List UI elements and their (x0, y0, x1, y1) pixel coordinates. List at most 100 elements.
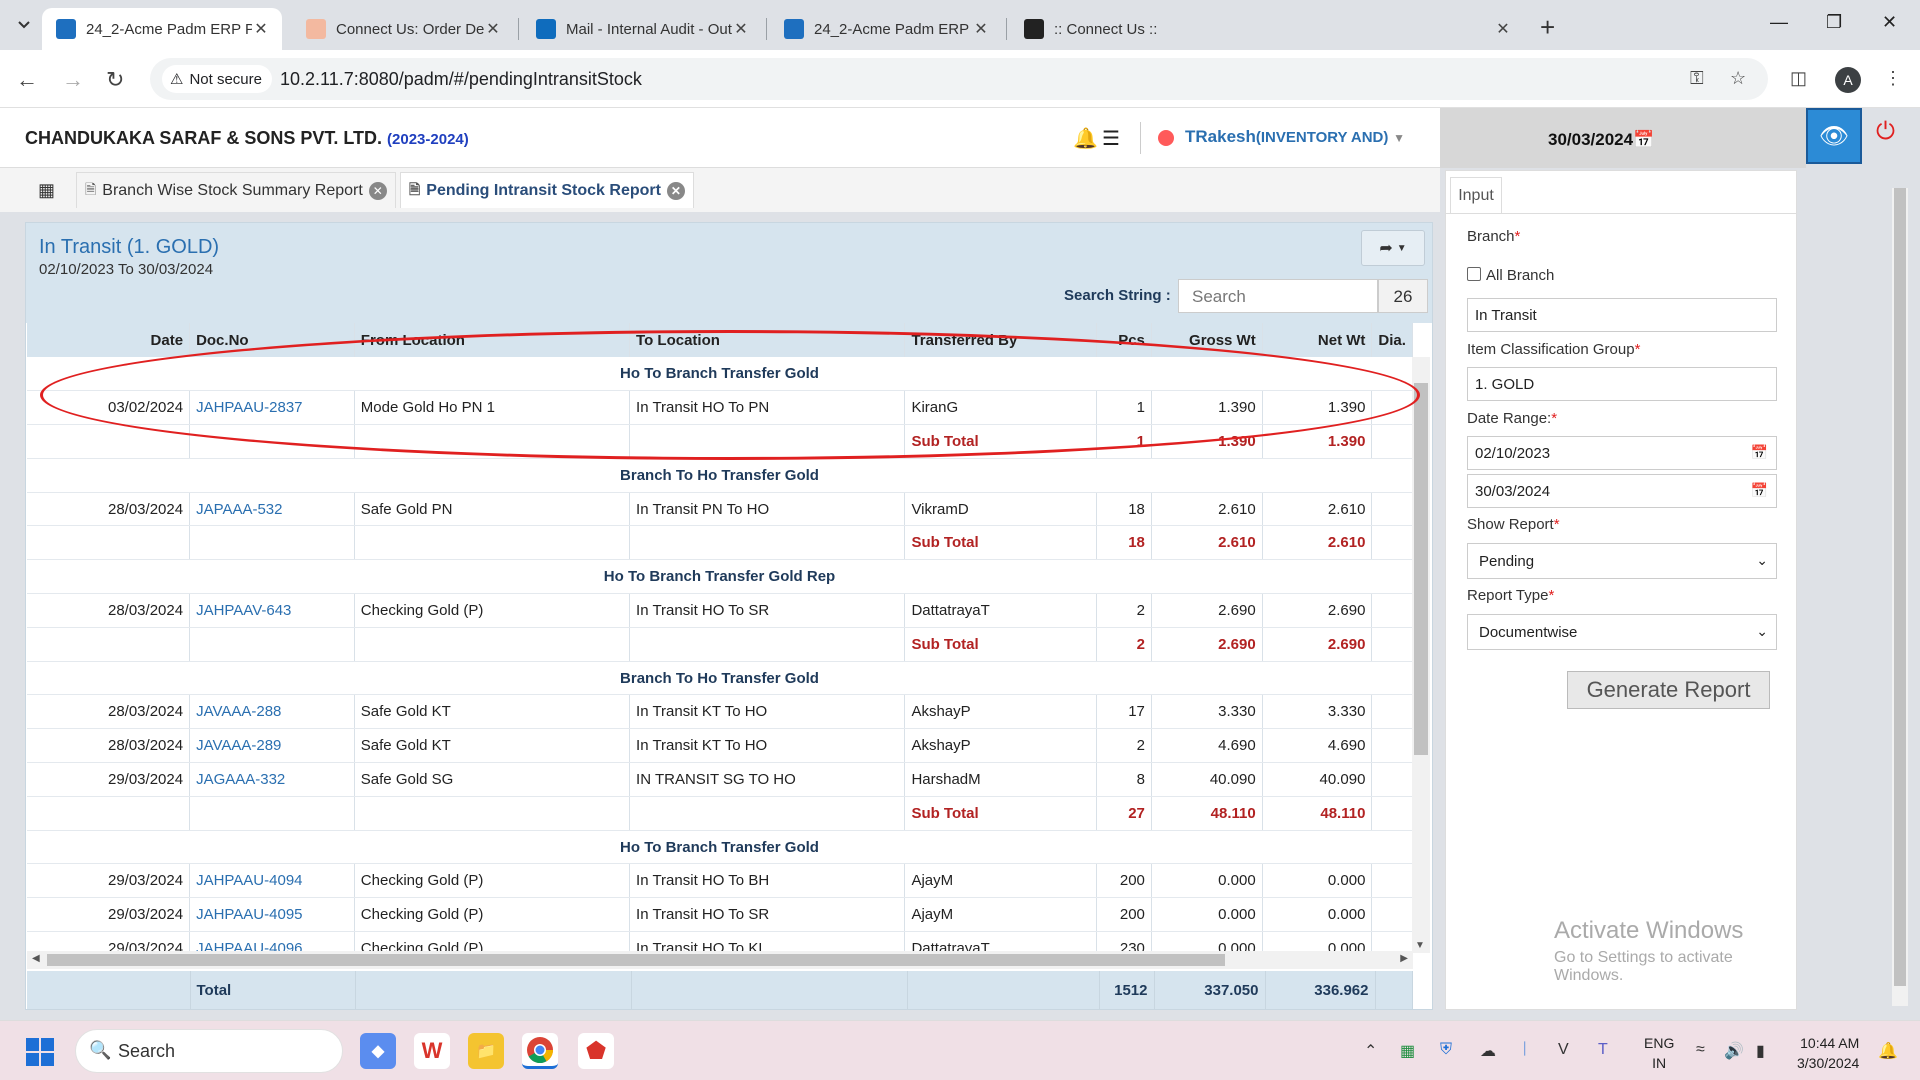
col-date[interactable]: Date (27, 323, 191, 357)
file-explorer-icon[interactable]: 📁 (468, 1033, 504, 1069)
volume-icon[interactable]: 🔊 (1724, 1041, 1744, 1061)
url-text[interactable]: 10.2.11.7:8080/padm/#/pendingIntransitSt… (280, 69, 642, 90)
cell-doc[interactable]: JAHPAAV-643 (189, 593, 355, 628)
close-tab-icon[interactable]: ✕ (972, 19, 990, 39)
maximize-button[interactable]: ❐ (1826, 12, 1842, 33)
table-row[interactable]: 28/03/2024 JAHPAAV-643 Checking Gold (P) In… (27, 593, 1413, 628)
address-bar[interactable]: ⚠ Not secure 10.2.11.7:8080/padm/#/pendi… (150, 58, 1768, 100)
browser-tab[interactable]: Connect Us: Order Details✕ (292, 8, 514, 50)
table-vertical-scrollbar[interactable]: ▼ (1412, 357, 1430, 953)
branch-field[interactable]: In Transit (1467, 298, 1777, 332)
v-app-icon[interactable]: V (1558, 1041, 1569, 1059)
show-report-select[interactable]: Pending ⌄ (1467, 543, 1777, 579)
system-clock[interactable]: 10:44 AM 3/30/2024 (1797, 1033, 1859, 1073)
browser-tab[interactable]: Mail - Internal Audit - Outlook✕ (522, 8, 762, 50)
col-doc-no[interactable]: Doc.No (189, 323, 355, 357)
date-from-field[interactable]: 02/10/2023 📅 (1467, 436, 1777, 470)
language-indicator[interactable]: ENG IN (1644, 1033, 1674, 1073)
teams-icon[interactable]: T (1598, 1041, 1608, 1059)
table-row[interactable]: 28/03/2024 JAPAAA-532 Safe Gold PN In Trans… (27, 492, 1413, 527)
cell-doc[interactable]: JAHPAAU-2837 (189, 390, 355, 426)
new-tab-button[interactable]: + (1540, 12, 1555, 43)
col-pcs[interactable]: Pcs (1096, 323, 1152, 357)
user-menu[interactable]: TRakesh(INVENTORY AND) ▼ (1185, 127, 1405, 147)
bell-icon[interactable]: 🔔 (1073, 126, 1098, 151)
col-from-location[interactable]: From Location (354, 323, 631, 357)
table-row[interactable]: 29/03/2024 JAGAAA-332 Safe Gold SG IN TRANS… (27, 762, 1413, 797)
notification-bell-icon[interactable]: 🔔 (1878, 1041, 1898, 1061)
app-tab-branch-summary[interactable]: 🗎 Branch Wise Stock Summary Report ✕ (76, 172, 396, 208)
minimize-button[interactable]: — (1770, 12, 1788, 33)
tab-search-button[interactable] (10, 11, 38, 39)
scroll-right-arrow[interactable]: ▶ (1400, 953, 1408, 964)
close-icon[interactable]: ✕ (368, 181, 387, 200)
shield-icon[interactable]: ⛨ (1440, 1041, 1452, 1059)
security-chip[interactable]: ⚠ Not secure (162, 65, 272, 93)
table-row[interactable]: 29/03/2024 JAHPAAU-4094 Checking Gold (P) I… (27, 863, 1413, 899)
wps-office-icon[interactable]: W (414, 1033, 450, 1069)
scroll-thumb[interactable] (47, 954, 1225, 966)
browser-tab[interactable]: 24_2-Acme Padm ERP Platform✕ (42, 8, 282, 50)
close-tab-icon[interactable]: ✕ (732, 19, 750, 39)
list-icon[interactable]: ☰ (1102, 126, 1120, 151)
tab-input[interactable]: Input (1450, 177, 1502, 213)
side-panel-icon[interactable]: ◫ (1790, 68, 1807, 89)
all-branch-checkbox[interactable] (1467, 267, 1481, 281)
bookmark-star-icon[interactable]: ☆ (1730, 68, 1746, 89)
col-gross-wt[interactable]: Gross Wt (1151, 323, 1263, 357)
date-to-field[interactable]: 30/03/2024 📅 (1467, 474, 1777, 508)
report-type-select[interactable]: Documentwise ⌄ (1467, 614, 1777, 650)
calendar-icon[interactable]: 📅 (1751, 482, 1768, 499)
back-button[interactable]: ← (16, 67, 38, 93)
taskbar-search[interactable]: 🔍 Search (75, 1029, 343, 1073)
power-icon[interactable]: ⏻ (1876, 118, 1895, 146)
show-hidden-icons[interactable]: ⌃ (1364, 1041, 1377, 1061)
col-net-wt[interactable]: Net Wt (1262, 323, 1373, 357)
key-icon[interactable]: ⚿ (1690, 68, 1704, 89)
scroll-thumb[interactable] (1894, 188, 1906, 986)
cell-doc[interactable]: JAHPAAU-4095 (189, 897, 355, 933)
close-tab-icon[interactable]: ✕ (484, 19, 502, 39)
table-horizontal-scrollbar[interactable]: ◀ ▶ (27, 951, 1413, 969)
table-row[interactable]: 28/03/2024 JAVAAA-289 Safe Gold KT In Trans… (27, 728, 1413, 764)
share-button[interactable]: ➦ ▼ (1361, 230, 1425, 266)
chrome-app-icon[interactable] (522, 1033, 558, 1069)
browser-menu-icon[interactable]: ⋮ (1884, 68, 1902, 89)
icg-field[interactable]: 1. GOLD (1467, 367, 1777, 401)
network-off-icon[interactable]: ☁ (1480, 1041, 1496, 1061)
cell-doc[interactable]: JAPAAA-532 (189, 492, 355, 527)
close-icon[interactable]: ✕ (666, 181, 685, 200)
scroll-down-arrow[interactable]: ▼ (1415, 940, 1425, 951)
close-window-button[interactable]: ✕ (1882, 12, 1897, 33)
bluetooth-icon[interactable]: ᛁ (1520, 1041, 1530, 1059)
forward-button[interactable]: → (62, 67, 84, 93)
wifi-icon[interactable]: ≈ (1696, 1041, 1705, 1059)
col-to-location[interactable]: To Location (629, 323, 906, 357)
battery-icon[interactable]: ▮ (1756, 1041, 1765, 1061)
close-tab-icon[interactable]: ✕ (1494, 19, 1512, 39)
cell-doc[interactable]: JAHPAAU-4094 (189, 863, 355, 899)
scroll-left-arrow[interactable]: ◀ (32, 953, 40, 964)
windows-start-button[interactable] (26, 1038, 54, 1066)
profile-avatar[interactable]: A (1835, 67, 1861, 93)
cell-doc[interactable]: JAVAAA-288 (189, 694, 355, 730)
browser-tab[interactable]: 24_2-Acme Padm ERP Platform✕ (770, 8, 1002, 50)
reload-button[interactable]: ↻ (106, 67, 124, 93)
toggle-panel-button[interactable]: 👁 (1806, 108, 1862, 164)
app-tab-pending-intransit[interactable]: 🗎 Pending Intransit Stock Report ✕ (400, 172, 694, 208)
table-row[interactable]: 29/03/2024 JAHPAAU-4095 Checking Gold (P) I… (27, 897, 1413, 933)
input-panel-scrollbar[interactable] (1892, 188, 1908, 1006)
table-row[interactable]: 29/03/2024 JAHPAAU-4096 Checking Gold (P) I… (27, 931, 1413, 953)
grid-menu-icon[interactable]: ▦ (38, 180, 55, 201)
cell-doc[interactable]: JAHPAAU-4096 (189, 931, 355, 953)
excel-tray-icon[interactable]: ▦ (1400, 1041, 1415, 1061)
generate-report-button[interactable]: Generate Report (1567, 671, 1770, 709)
search-input[interactable]: Search (1178, 279, 1378, 313)
anydesk-app-icon[interactable]: ⬟ (578, 1033, 614, 1069)
close-tab-icon[interactable]: ✕ (252, 19, 270, 39)
calendar-icon[interactable]: 📅 (1751, 444, 1768, 461)
scroll-thumb[interactable] (1414, 383, 1428, 755)
browser-tab[interactable]: :: Connect Us :: ✕ (1010, 8, 1524, 50)
cell-doc[interactable]: JAGAAA-332 (189, 762, 355, 797)
table-row[interactable]: 03/02/2024 JAHPAAU-2837 Mode Gold Ho PN 1I… (27, 390, 1413, 426)
